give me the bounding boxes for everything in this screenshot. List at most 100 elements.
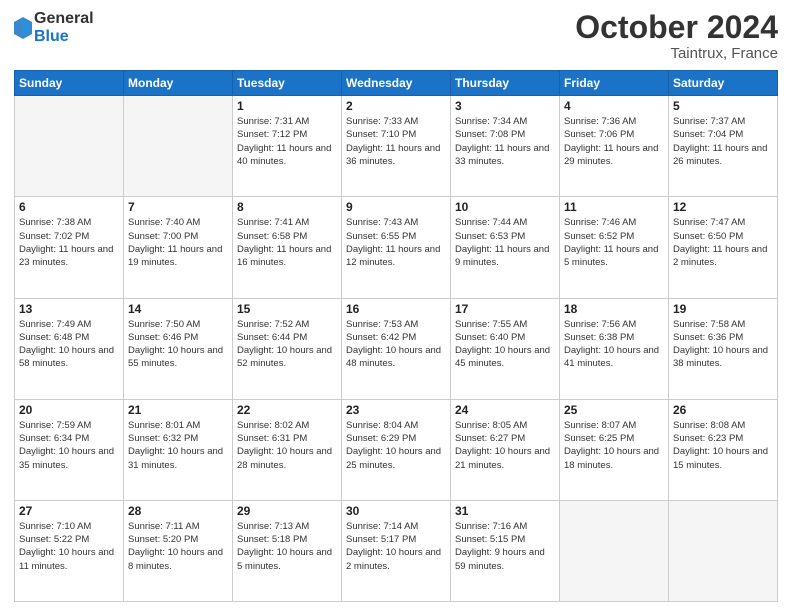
- day-number: 14: [128, 302, 228, 316]
- day-info: Sunrise: 8:05 AM Sunset: 6:27 PM Dayligh…: [455, 419, 555, 472]
- table-row: 27Sunrise: 7:10 AM Sunset: 5:22 PM Dayli…: [15, 500, 124, 601]
- day-number: 2: [346, 99, 446, 113]
- day-number: 7: [128, 200, 228, 214]
- day-info: Sunrise: 8:07 AM Sunset: 6:25 PM Dayligh…: [564, 419, 664, 472]
- col-thursday: Thursday: [451, 71, 560, 96]
- day-info: Sunrise: 7:53 AM Sunset: 6:42 PM Dayligh…: [346, 318, 446, 371]
- logo-icon: [14, 17, 32, 39]
- day-number: 12: [673, 200, 773, 214]
- table-row: 26 Sunrise: 8:08 AM Sunset: 6:23 PM Dayli…: [669, 399, 778, 500]
- table-row: 20Sunrise: 7:59 AM Sunset: 6:34 PM Dayli…: [15, 399, 124, 500]
- table-row: 12Sunrise: 7:47 AM Sunset: 6:50 PM Dayli…: [669, 197, 778, 298]
- table-row: 14 Sunrise: 7:50 AM Sunset: 6:46 PM Dayli…: [124, 298, 233, 399]
- table-row: 17 Sunrise: 7:55 AM Sunset: 6:40 PM Dayli…: [451, 298, 560, 399]
- month-title: October 2024: [575, 10, 778, 45]
- day-number: 17: [455, 302, 555, 316]
- day-number: 30: [346, 504, 446, 518]
- calendar-week-row: 13 Sunrise: 7:49 AM Sunset: 6:48 PM Dayli…: [15, 298, 778, 399]
- table-row: 19 Sunrise: 7:58 AM Sunset: 6:36 PM Dayli…: [669, 298, 778, 399]
- day-info: Sunrise: 7:40 AM Sunset: 7:00 PM Dayligh…: [128, 216, 228, 269]
- table-row: 8Sunrise: 7:41 AM Sunset: 6:58 PM Daylig…: [233, 197, 342, 298]
- day-number: 10: [455, 200, 555, 214]
- day-info: Sunrise: 7:16 AM Sunset: 5:15 PM Dayligh…: [455, 520, 555, 573]
- day-info: Sunrise: 8:04 AM Sunset: 6:29 PM Dayligh…: [346, 419, 446, 472]
- day-number: 9: [346, 200, 446, 214]
- day-info: Sunrise: 7:49 AM Sunset: 6:48 PM Dayligh…: [19, 318, 119, 371]
- day-number: 13: [19, 302, 119, 316]
- logo-general-text: General: [34, 10, 94, 28]
- day-number: 31: [455, 504, 555, 518]
- calendar-header-row: Sunday Monday Tuesday Wednesday Thursday…: [15, 71, 778, 96]
- day-info: Sunrise: 7:36 AM Sunset: 7:06 PM Dayligh…: [564, 115, 664, 168]
- col-friday: Friday: [560, 71, 669, 96]
- day-info: Sunrise: 7:43 AM Sunset: 6:55 PM Dayligh…: [346, 216, 446, 269]
- day-number: 21: [128, 403, 228, 417]
- table-row: 25Sunrise: 8:07 AM Sunset: 6:25 PM Dayli…: [560, 399, 669, 500]
- day-number: 15: [237, 302, 337, 316]
- day-number: 29: [237, 504, 337, 518]
- calendar-week-row: 20Sunrise: 7:59 AM Sunset: 6:34 PM Dayli…: [15, 399, 778, 500]
- table-row: 10 Sunrise: 7:44 AM Sunset: 6:53 PM Dayli…: [451, 197, 560, 298]
- day-number: 5: [673, 99, 773, 113]
- logo: General Blue: [14, 10, 94, 45]
- day-number: 23: [346, 403, 446, 417]
- table-row: 9 Sunrise: 7:43 AM Sunset: 6:55 PM Daylig…: [342, 197, 451, 298]
- table-row: [15, 96, 124, 197]
- table-row: 5 Sunrise: 7:37 AM Sunset: 7:04 PM Daylig…: [669, 96, 778, 197]
- day-info: Sunrise: 7:34 AM Sunset: 7:08 PM Dayligh…: [455, 115, 555, 168]
- day-info: Sunrise: 7:50 AM Sunset: 6:46 PM Dayligh…: [128, 318, 228, 371]
- table-row: 11Sunrise: 7:46 AM Sunset: 6:52 PM Dayli…: [560, 197, 669, 298]
- day-number: 19: [673, 302, 773, 316]
- table-row: 30 Sunrise: 7:14 AM Sunset: 5:17 PM Dayli…: [342, 500, 451, 601]
- day-number: 1: [237, 99, 337, 113]
- day-number: 27: [19, 504, 119, 518]
- day-info: Sunrise: 7:38 AM Sunset: 7:02 PM Dayligh…: [19, 216, 119, 269]
- table-row: 28Sunrise: 7:11 AM Sunset: 5:20 PM Dayli…: [124, 500, 233, 601]
- title-area: October 2024 Taintrux, France: [575, 10, 778, 62]
- table-row: 6 Sunrise: 7:38 AM Sunset: 7:02 PM Daylig…: [15, 197, 124, 298]
- calendar-week-row: 6 Sunrise: 7:38 AM Sunset: 7:02 PM Daylig…: [15, 197, 778, 298]
- table-row: 16Sunrise: 7:53 AM Sunset: 6:42 PM Dayli…: [342, 298, 451, 399]
- logo-blue-text: Blue: [34, 28, 94, 46]
- col-tuesday: Tuesday: [233, 71, 342, 96]
- day-info: Sunrise: 7:37 AM Sunset: 7:04 PM Dayligh…: [673, 115, 773, 168]
- day-info: Sunrise: 7:33 AM Sunset: 7:10 PM Dayligh…: [346, 115, 446, 168]
- table-row: 2 Sunrise: 7:33 AM Sunset: 7:10 PM Daylig…: [342, 96, 451, 197]
- day-info: Sunrise: 7:44 AM Sunset: 6:53 PM Dayligh…: [455, 216, 555, 269]
- table-row: 13 Sunrise: 7:49 AM Sunset: 6:48 PM Dayli…: [15, 298, 124, 399]
- day-info: Sunrise: 7:56 AM Sunset: 6:38 PM Dayligh…: [564, 318, 664, 371]
- table-row: [124, 96, 233, 197]
- day-info: Sunrise: 7:52 AM Sunset: 6:44 PM Dayligh…: [237, 318, 337, 371]
- calendar-week-row: 1 Sunrise: 7:31 AM Sunset: 7:12 PM Daylig…: [15, 96, 778, 197]
- header: General Blue October 2024 Taintrux, Fran…: [14, 10, 778, 62]
- table-row: 29Sunrise: 7:13 AM Sunset: 5:18 PM Dayli…: [233, 500, 342, 601]
- table-row: 1 Sunrise: 7:31 AM Sunset: 7:12 PM Daylig…: [233, 96, 342, 197]
- day-number: 18: [564, 302, 664, 316]
- day-number: 22: [237, 403, 337, 417]
- col-saturday: Saturday: [669, 71, 778, 96]
- day-number: 26: [673, 403, 773, 417]
- calendar-table: Sunday Monday Tuesday Wednesday Thursday…: [14, 70, 778, 602]
- col-sunday: Sunday: [15, 71, 124, 96]
- day-info: Sunrise: 7:31 AM Sunset: 7:12 PM Dayligh…: [237, 115, 337, 168]
- day-info: Sunrise: 7:55 AM Sunset: 6:40 PM Dayligh…: [455, 318, 555, 371]
- day-number: 28: [128, 504, 228, 518]
- day-number: 20: [19, 403, 119, 417]
- table-row: 31 Sunrise: 7:16 AM Sunset: 5:15 PM Dayli…: [451, 500, 560, 601]
- day-info: Sunrise: 8:08 AM Sunset: 6:23 PM Dayligh…: [673, 419, 773, 472]
- table-row: 23 Sunrise: 8:04 AM Sunset: 6:29 PM Dayli…: [342, 399, 451, 500]
- table-row: 24Sunrise: 8:05 AM Sunset: 6:27 PM Dayli…: [451, 399, 560, 500]
- day-number: 4: [564, 99, 664, 113]
- logo-text: General Blue: [34, 10, 94, 45]
- table-row: 22Sunrise: 8:02 AM Sunset: 6:31 PM Dayli…: [233, 399, 342, 500]
- day-info: Sunrise: 7:14 AM Sunset: 5:17 PM Dayligh…: [346, 520, 446, 573]
- day-info: Sunrise: 7:41 AM Sunset: 6:58 PM Dayligh…: [237, 216, 337, 269]
- table-row: 3Sunrise: 7:34 AM Sunset: 7:08 PM Daylig…: [451, 96, 560, 197]
- day-info: Sunrise: 7:58 AM Sunset: 6:36 PM Dayligh…: [673, 318, 773, 371]
- location: Taintrux, France: [575, 45, 778, 62]
- day-number: 11: [564, 200, 664, 214]
- page: General Blue October 2024 Taintrux, Fran…: [0, 0, 792, 612]
- col-monday: Monday: [124, 71, 233, 96]
- day-info: Sunrise: 8:01 AM Sunset: 6:32 PM Dayligh…: [128, 419, 228, 472]
- day-number: 6: [19, 200, 119, 214]
